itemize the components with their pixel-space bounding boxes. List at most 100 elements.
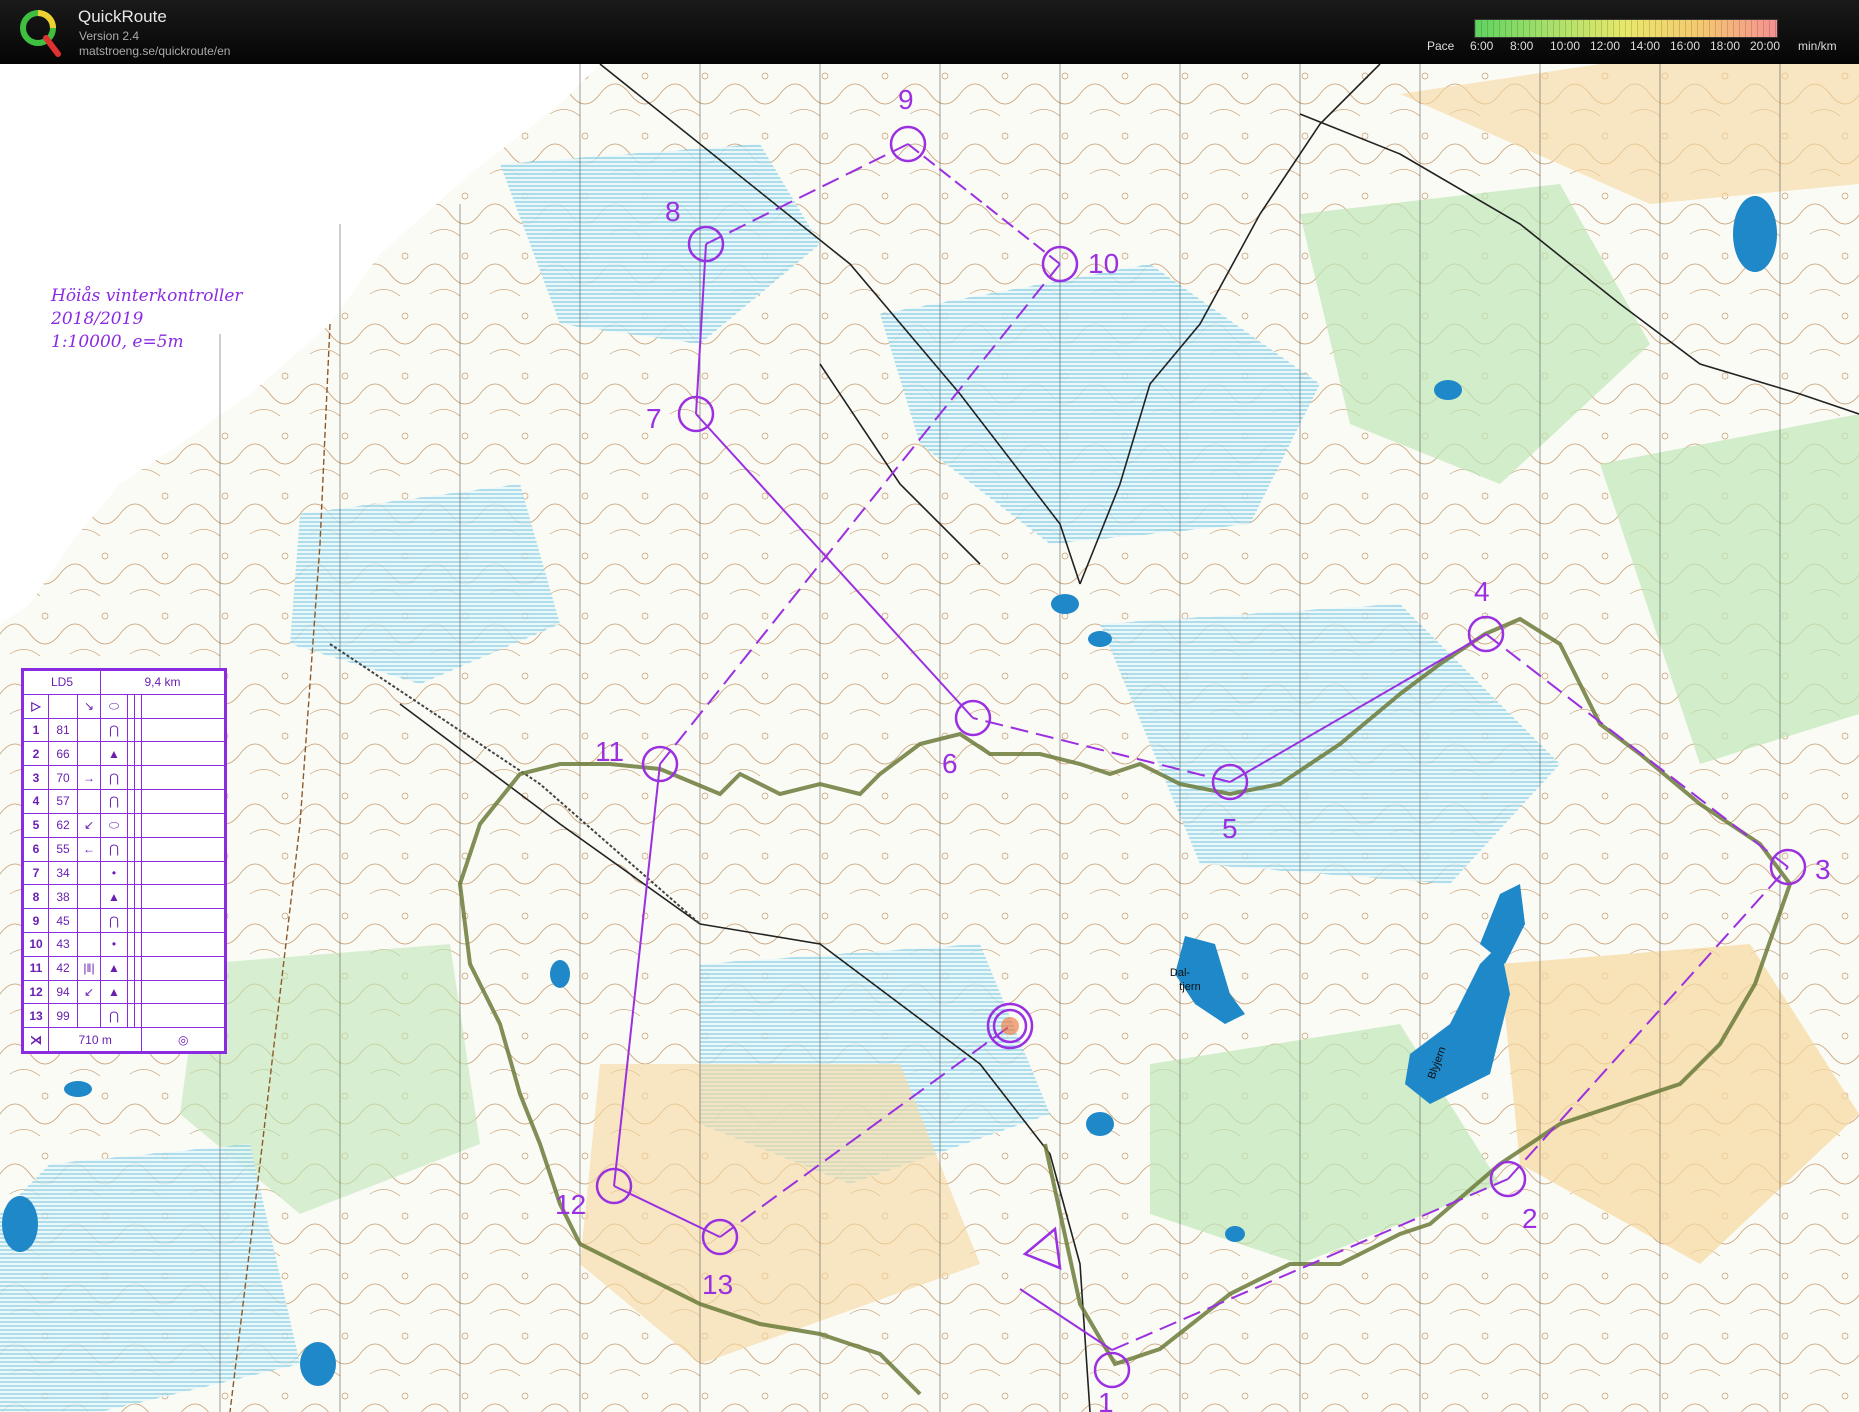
app-url[interactable]: matstroeng.se/quickroute/en <box>79 44 230 58</box>
legend-direction: |‖| <box>77 955 101 981</box>
legend-feature-symbol: ⬭ <box>100 812 128 838</box>
legend-feature-symbol: ▲ <box>100 955 128 981</box>
legend-feature-symbol: ▲ <box>100 884 128 910</box>
legend-control-number: 11 <box>23 955 49 981</box>
legend-control-number: 7 <box>23 860 49 886</box>
quickroute-window: QuickRoute Version 2.4 matstroeng.se/qui… <box>0 0 1859 1412</box>
legend-feature-symbol: ▲ <box>100 741 128 767</box>
pace-tick: 6:00 <box>1470 39 1494 53</box>
legend-control-number: 4 <box>23 789 49 814</box>
legend-direction <box>77 908 101 933</box>
legend-control-number: 5 <box>23 812 49 838</box>
control-number-9: 9 <box>898 84 914 115</box>
map-title-line-1: Höiås vinterkontroller <box>51 286 243 306</box>
legend-row: 2 66 ▲ <box>23 741 225 767</box>
legend-direction: ↙ <box>77 812 101 838</box>
legend-feature-symbol: ⋂ <box>100 717 128 743</box>
legend-control-code: 57 <box>48 789 78 814</box>
pace-unit: min/km <box>1798 39 1837 53</box>
start-triangle-cell-icon: ▷ <box>23 693 49 719</box>
legend-control-code: 34 <box>48 860 78 886</box>
legend-start-sym: ⬭ <box>100 693 128 719</box>
map-title-line-2: 2018/2019 <box>51 309 144 329</box>
legend-feature-symbol: • <box>100 860 128 886</box>
legend-row: 3 70 → ⋂ <box>23 765 225 791</box>
control-number-10: 10 <box>1088 248 1119 279</box>
control-number-12: 12 <box>555 1189 586 1220</box>
orienteering-map[interactable]: Dal- tjern Blyjern 1 2 3 4 5 6 7 8 9 10 … <box>0 64 1859 1412</box>
legend-control-code: 62 <box>48 812 78 838</box>
legend-row: 9 45 ⋂ <box>23 908 225 933</box>
last-control-icon: ⋊ <box>23 1027 49 1052</box>
control-description-sheet: LD5 9,4 km ▷ ↘ ⬭ 1 81 ⋂ 2 66 ▲ 3 70 → ⋂ 4 57 ⋂ 5 62 ↙ ⬭ 6… <box>21 668 227 1054</box>
finish-icon: ◎ <box>141 1027 225 1052</box>
lake-label-daltjern-1: Dal- <box>1170 967 1191 979</box>
legend-feature-symbol: ▲ <box>100 979 128 1005</box>
legend-control-number: 1 <box>23 717 49 743</box>
pace-tick: 14:00 <box>1630 39 1661 53</box>
legend-start-dir: ↘ <box>77 693 101 719</box>
legend-feature-symbol: ⋂ <box>100 1003 128 1029</box>
legend-control-code: 81 <box>48 717 78 743</box>
legend-control-number: 13 <box>23 1003 49 1029</box>
legend-row: 11 42 |‖| ▲ <box>23 955 225 981</box>
legend-direction <box>77 717 101 743</box>
legend-control-number: 2 <box>23 741 49 767</box>
legend-feature-symbol: ⋂ <box>100 765 128 791</box>
legend-row: 13 99 ⋂ <box>23 1003 225 1029</box>
legend-feature-symbol: ⋂ <box>100 836 128 862</box>
pace-tick: 16:00 <box>1670 39 1701 53</box>
control-number-7: 7 <box>646 403 662 434</box>
legend-row: 12 94 ↙ ▲ <box>23 979 225 1005</box>
legend-row: 6 55 ← ⋂ <box>23 836 225 862</box>
legend-row: 8 38 ▲ <box>23 884 225 910</box>
map-title-line-3: 1:10000, e=5m <box>51 332 184 352</box>
legend-direction: ← <box>77 836 101 862</box>
control-description-table: LD5 9,4 km ▷ ↘ ⬭ 1 81 ⋂ 2 66 ▲ 3 70 → ⋂ 4 57 ⋂ 5 62 ↙ ⬭ 6… <box>23 670 225 1052</box>
legend-start-row: ▷ ↘ ⬭ <box>23 693 225 719</box>
app-name: QuickRoute <box>78 7 167 26</box>
legend-feature-symbol: • <box>100 931 128 957</box>
control-number-11: 11 <box>595 736 624 767</box>
legend-course-length: 9,4 km <box>100 670 225 695</box>
legend-control-code: 55 <box>48 836 78 862</box>
legend-row: 10 43 • <box>23 931 225 957</box>
pace-label: Pace <box>1427 39 1455 53</box>
pace-tick: 10:00 <box>1550 39 1581 53</box>
pace-gradient-bar <box>1474 19 1778 38</box>
legend-control-number: 3 <box>23 765 49 791</box>
finish-marker-icon <box>1001 1017 1019 1035</box>
control-number-4: 4 <box>1474 576 1490 607</box>
legend-control-number: 8 <box>23 884 49 910</box>
legend-feature-symbol: ⋂ <box>100 789 128 814</box>
pace-tick: 20:00 <box>1750 39 1781 53</box>
legend-header-row: LD5 9,4 km <box>23 670 225 695</box>
control-number-8: 8 <box>665 196 681 227</box>
legend-direction <box>77 884 101 910</box>
legend-feature-symbol: ⋂ <box>100 908 128 933</box>
legend-control-code: 42 <box>48 955 78 981</box>
control-number-6: 6 <box>942 748 958 779</box>
pace-tick: 8:00 <box>1510 39 1534 53</box>
lake-label-daltjern-2: tjern <box>1179 981 1200 993</box>
legend-control-code: 70 <box>48 765 78 791</box>
legend-control-number: 9 <box>23 908 49 933</box>
legend-direction <box>77 860 101 886</box>
legend-row: 1 81 ⋂ <box>23 717 225 743</box>
pace-tick: 18:00 <box>1710 39 1741 53</box>
legend-final-distance: 710 m <box>47 1027 143 1052</box>
legend-row: 5 62 ↙ ⬭ <box>23 812 225 838</box>
pace-tick: 12:00 <box>1590 39 1621 53</box>
control-number-3: 3 <box>1815 854 1831 885</box>
legend-direction <box>77 1003 101 1029</box>
legend-control-code: 38 <box>48 884 78 910</box>
legend-direction <box>77 789 101 814</box>
legend-control-code: 45 <box>48 908 78 933</box>
legend-control-number: 10 <box>23 931 49 957</box>
legend-direction <box>77 741 101 767</box>
control-number-5: 5 <box>1222 813 1238 844</box>
legend-row: 7 34 • <box>23 860 225 886</box>
legend-control-code: 94 <box>48 979 78 1005</box>
control-number-13: 13 <box>702 1269 733 1300</box>
legend-control-code: 66 <box>48 741 78 767</box>
